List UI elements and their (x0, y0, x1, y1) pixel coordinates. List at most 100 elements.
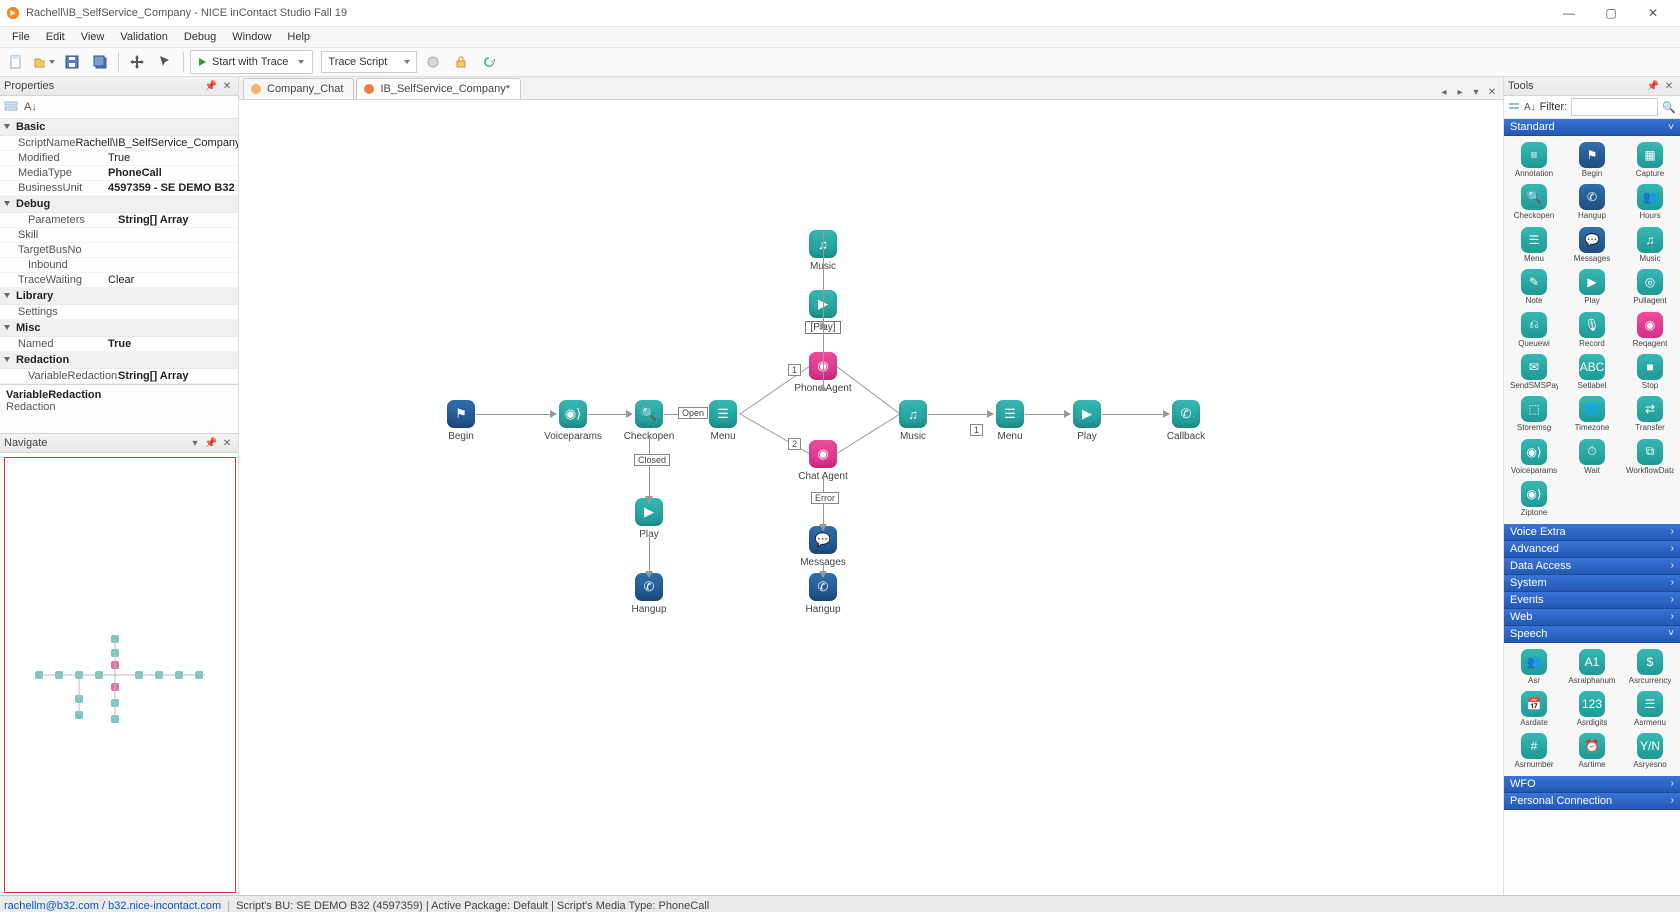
tool-voiceparams[interactable]: ◉⟩Voiceparams (1506, 437, 1562, 477)
tool-cat-speech[interactable]: Speech˅ (1504, 626, 1680, 643)
refresh-button[interactable] (477, 50, 501, 74)
tool-asrtime[interactable]: ⏰Asrtime (1564, 731, 1620, 771)
categorized-icon[interactable] (1508, 101, 1520, 113)
tool-asralphanum[interactable]: A1Asralphanum (1564, 647, 1620, 687)
maximize-button[interactable]: ▢ (1590, 2, 1632, 24)
node-voiceparams[interactable]: ◉⟩Voiceparams (538, 400, 608, 442)
tool-wait[interactable]: ⏱Wait (1564, 437, 1620, 477)
save-all-button[interactable] (88, 50, 112, 74)
tool-asryesno[interactable]: Y/NAsryesno (1622, 731, 1678, 771)
tool-messages[interactable]: 💬Messages (1564, 225, 1620, 265)
property-grid[interactable]: BasicScriptNameRachell\IB_SelfService_Co… (0, 119, 238, 384)
prop-row[interactable]: Settings (0, 305, 238, 320)
tool-cat-advanced[interactable]: Advanced› (1504, 541, 1680, 558)
alphabetical-icon[interactable]: A↓ (1524, 102, 1536, 113)
pin-icon[interactable]: 📌 (204, 79, 218, 93)
tab-next-icon[interactable]: ▸ (1453, 85, 1467, 99)
tab-list-icon[interactable]: ▾ (1469, 85, 1483, 99)
close-panel-icon[interactable]: ✕ (220, 79, 234, 93)
alphabetical-icon[interactable]: A↓ (24, 101, 37, 113)
prop-row[interactable]: ParametersString[] Array (0, 213, 238, 228)
prop-cat-misc[interactable]: Misc (0, 320, 238, 337)
tool-capture[interactable]: ▦Capture (1622, 140, 1678, 180)
tab-0[interactable]: Company_Chat (243, 78, 354, 99)
tool-begin[interactable]: ⚑Begin (1564, 140, 1620, 180)
status-user[interactable]: rachellm@b32.com / b32.nice-incontact.co… (4, 900, 221, 912)
close-button[interactable]: ✕ (1632, 2, 1674, 24)
tab-close-icon[interactable]: ✕ (1485, 85, 1499, 99)
tab-1[interactable]: IB_SelfService_Company* (356, 78, 521, 99)
tool-asrcurrency[interactable]: $Asrcurrency (1622, 647, 1678, 687)
pin-icon[interactable]: 📌 (204, 436, 218, 450)
trace-script-field[interactable]: Trace Script (321, 51, 417, 73)
menu-debug[interactable]: Debug (176, 29, 224, 45)
start-with-trace-button[interactable]: Start with Trace (190, 50, 313, 74)
tool-asr[interactable]: 👥Asr (1506, 647, 1562, 687)
filter-input[interactable] (1571, 98, 1658, 116)
categorized-icon[interactable] (4, 100, 18, 114)
tool-transfer[interactable]: ⇄Transfer (1622, 394, 1678, 434)
tool-asrmenu[interactable]: ☰Asrmenu (1622, 689, 1678, 729)
record-button[interactable] (421, 50, 445, 74)
save-button[interactable] (60, 50, 84, 74)
tool-timezone[interactable]: 🌐Timezone (1564, 394, 1620, 434)
tool-reqagent[interactable]: ◉Reqagent (1622, 310, 1678, 350)
prop-row[interactable]: TraceWaitingClear (0, 273, 238, 288)
tool-music[interactable]: ♫Music (1622, 225, 1678, 265)
menu-edit[interactable]: Edit (38, 29, 73, 45)
tool-cat-wfo[interactable]: WFO› (1504, 776, 1680, 793)
tool-hangup[interactable]: ✆Hangup (1564, 182, 1620, 222)
tool-cat-standard[interactable]: Standard˅ (1504, 119, 1680, 136)
menu-validation[interactable]: Validation (112, 29, 176, 45)
menu-window[interactable]: Window (224, 29, 279, 45)
tool-annotation[interactable]: ≡Annotation (1506, 140, 1562, 180)
new-script-button[interactable] (4, 50, 28, 74)
node-music_r[interactable]: ♫Music (878, 400, 948, 442)
tool-stop[interactable]: ■Stop (1622, 352, 1678, 392)
search-icon[interactable]: 🔍 (1662, 101, 1676, 114)
navigate-minimap[interactable] (4, 457, 236, 893)
node-menu2[interactable]: ☰Menu (975, 400, 1045, 442)
tool-cat-events[interactable]: Events› (1504, 592, 1680, 609)
tool-sendsmspayload[interactable]: ✉SendSMSPayload (1506, 352, 1562, 392)
move-tool-button[interactable] (125, 50, 149, 74)
pin-icon[interactable]: 📌 (1646, 79, 1660, 93)
tool-asrdigits[interactable]: 123Asrdigits (1564, 689, 1620, 729)
tool-asrdate[interactable]: 📅Asrdate (1506, 689, 1562, 729)
prop-cat-redaction[interactable]: Redaction (0, 352, 238, 369)
open-button[interactable] (32, 50, 56, 74)
select-tool-button[interactable] (153, 50, 177, 74)
tool-cat-web[interactable]: Web› (1504, 609, 1680, 626)
close-panel-icon[interactable]: ✕ (220, 436, 234, 450)
tool-storemsg[interactable]: ⬚Storemsg (1506, 394, 1562, 434)
tool-menu[interactable]: ☰Menu (1506, 225, 1562, 265)
tab-prev-icon[interactable]: ◂ (1437, 85, 1451, 99)
prop-row[interactable]: ModifiedTrue (0, 151, 238, 166)
minimize-button[interactable]: — (1548, 2, 1590, 24)
tool-record[interactable]: 🎙Record (1564, 310, 1620, 350)
tool-cat-system[interactable]: System› (1504, 575, 1680, 592)
menu-help[interactable]: Help (279, 29, 318, 45)
tool-note[interactable]: ✎Note (1506, 267, 1562, 307)
tool-queuewi[interactable]: ⎌Queuewi (1506, 310, 1562, 350)
tool-workflowdata[interactable]: ⧉WorkflowData (1622, 437, 1678, 477)
node-play_r[interactable]: ▶Play (1052, 400, 1122, 442)
prop-row[interactable]: NamedTrue (0, 337, 238, 352)
prop-row[interactable]: TargetBusNo (0, 243, 238, 258)
node-hangup_r[interactable]: ✆Hangup (788, 573, 858, 615)
node-callback[interactable]: ✆Callback (1151, 400, 1221, 442)
menu-view[interactable]: View (73, 29, 113, 45)
tool-ziptone[interactable]: ◉⟩Ziptone (1506, 479, 1562, 519)
prop-row[interactable]: ScriptNameRachell\IB_SelfService_Company (0, 136, 238, 151)
prop-row[interactable]: Inbound (0, 258, 238, 273)
prop-row[interactable]: MediaTypePhoneCall (0, 166, 238, 181)
prop-cat-debug[interactable]: Debug (0, 196, 238, 213)
prop-row[interactable]: VariableRedactionString[] Array (0, 369, 238, 384)
prop-row[interactable]: BusinessUnit4597359 - SE DEMO B32 (0, 181, 238, 196)
canvas[interactable]: ⚑Begin◉⟩Voiceparams🔍Checkopen☰Menu♫Music… (239, 100, 1503, 895)
menu-file[interactable]: File (4, 29, 38, 45)
tool-checkopen[interactable]: 🔍Checkopen (1506, 182, 1562, 222)
node-begin[interactable]: ⚑Begin (426, 400, 496, 442)
close-panel-icon[interactable]: ✕ (1662, 79, 1676, 93)
tool-hours[interactable]: 👥Hours (1622, 182, 1678, 222)
